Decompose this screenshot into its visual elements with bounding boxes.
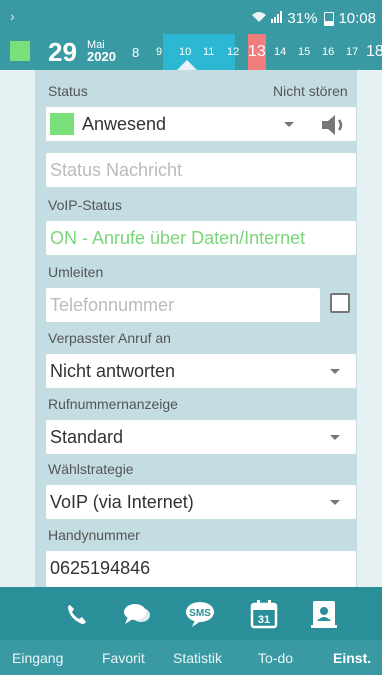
status-message-input[interactable]: Status Nachricht [46,153,356,187]
battery-icon [324,11,335,26]
phone-placeholder: Telefonnummer [50,295,175,315]
tab-favorit[interactable]: Favorit [102,650,145,666]
mobile-number-input[interactable]: 0625194846 [46,551,356,587]
chevron-right-icon: › [10,8,15,24]
tab-einstellungen[interactable]: Einst. [333,650,371,666]
status-message-placeholder: Status Nachricht [50,160,183,180]
signal-icon [271,10,283,27]
chevron-down-icon [284,122,294,127]
voip-value: ON - Anrufe über Daten/Internet [50,228,306,248]
dial-strategy-select[interactable]: VoIP (via Internet) [46,485,356,519]
date-year: 2020 [87,49,116,64]
status-indicators: 31% 10:08 [251,10,376,27]
phone-icon[interactable] [60,597,94,631]
chevron-down-icon [330,369,340,374]
hour-tick: 14 [274,46,287,58]
caller-id-value: Standard [50,427,124,447]
missed-call-value: Nicht antworten [50,361,176,381]
system-status-bar: › 31% 10:08 [0,0,382,34]
hour-tick: 18 [366,43,382,60]
dnd-label: Nicht stören [273,83,348,99]
hour-tick: 10 [179,46,192,58]
bottom-tabbar-labels: Eingang Favorit Statistik To-do Einst. [0,640,382,675]
mobile-number-value: 0625194846 [50,558,151,578]
mobile-number-label: Handynummer [48,527,140,543]
hour-tick: 12 [227,46,240,58]
caller-id-select[interactable]: Standard [46,420,356,454]
hour-tick: 15 [298,46,311,58]
tab-eingang[interactable]: Eingang [12,650,63,666]
current-time-pointer [177,60,197,70]
phone-number-input[interactable]: Telefonnummer [46,288,320,322]
calendar-day-text: 31 [258,614,270,626]
dial-strategy-label: Wählstrategie [48,461,134,477]
speaker-icon[interactable] [319,112,347,138]
tab-statistik[interactable]: Statistik [173,650,222,666]
voip-label: VoIP-Status [48,197,122,213]
hour-tick: 11 [203,46,215,58]
timeline-busy-band [163,34,235,70]
voip-status-select[interactable]: ON - Anrufe über Daten/Internet [46,221,356,255]
chevron-down-icon [330,435,340,440]
hour-tick: 13 [248,43,266,60]
hour-tick: 9 [156,46,163,58]
chat-icon[interactable] [120,597,154,631]
battery-percent: 31% [287,10,318,27]
status-select[interactable]: Anwesend [46,107,356,141]
missed-call-label: Verpasster Anruf an [48,330,171,346]
bottom-tabbar-icons: SMS 31 [0,587,382,640]
caller-id-label: Rufnummernanzeige [48,396,178,412]
missed-call-select[interactable]: Nicht antworten [46,354,356,388]
tab-todo[interactable]: To-do [258,650,293,666]
contacts-icon[interactable] [307,597,341,631]
hour-tick: 17 [346,46,359,58]
date-day: 29 [48,37,77,67]
calendar-icon[interactable]: 31 [247,597,281,631]
clock: 10:08 [338,10,376,27]
hour-tick: 8 [132,45,140,60]
chevron-down-icon [330,500,340,505]
status-label: Status [48,83,88,99]
status-color-chip [50,113,74,135]
wifi-icon [251,10,267,27]
sms-icon-text: SMS [189,608,211,619]
forward-checkbox[interactable] [330,293,350,313]
day-timeline[interactable]: 29 Mai 2020 8 9 10 11 12 13 14 15 16 17 … [0,34,382,70]
hour-tick: 16 [322,46,335,58]
status-value: Anwesend [82,114,167,134]
status-color-indicator [10,41,30,61]
date-month-year: Mai 2020 [87,40,116,64]
sms-icon[interactable]: SMS [183,597,217,631]
forward-label: Umleiten [48,264,104,280]
dial-strategy-value: VoIP (via Internet) [50,492,194,512]
